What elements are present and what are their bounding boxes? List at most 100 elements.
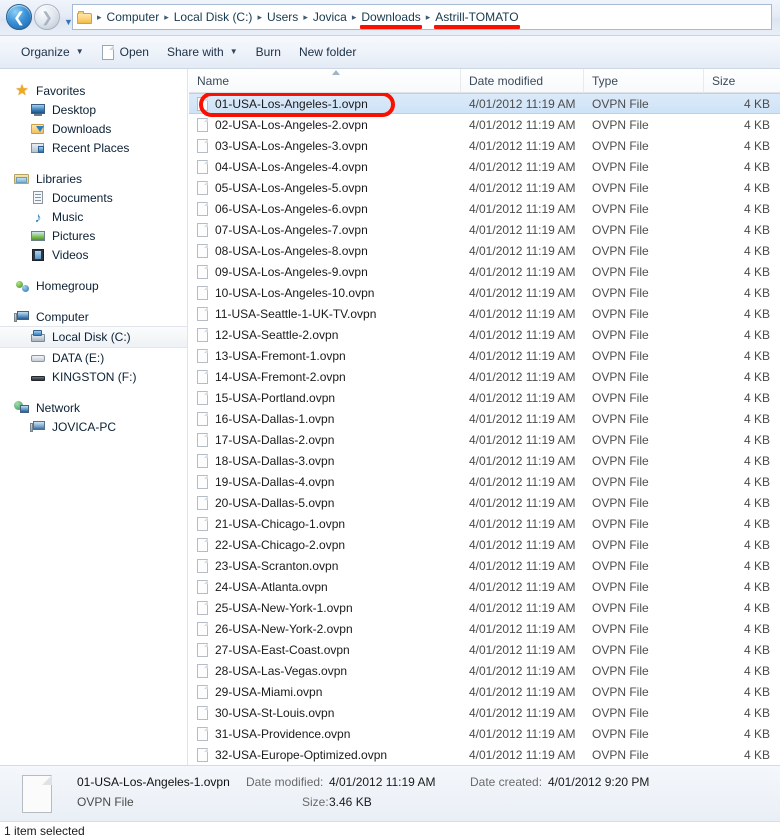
breadcrumb-item-astrill-tomato[interactable]: Astrill-TOMATO [432,5,521,29]
file-name-label: 30-USA-St-Louis.ovpn [215,705,335,720]
sidebar-item-documents[interactable]: Documents [0,188,187,207]
table-row[interactable]: 15-USA-Portland.ovpn 4/01/2012 11:19 AM OV… [189,387,780,408]
column-header-label: Type [592,73,619,88]
file-type-cell: OVPN File [592,579,649,594]
details-size-label: Size: [302,795,329,809]
file-icon [197,453,208,468]
sidebar-item-data-e[interactable]: DATA (E:) [0,348,187,367]
breadcrumb-item-downloads[interactable]: Downloads [358,5,423,29]
table-row[interactable]: 14-USA-Fremont-2.ovpn 4/01/2012 11:19 AM O… [189,366,780,387]
table-row[interactable]: 16-USA-Dallas-1.ovpn 4/01/2012 11:19 AM OV… [189,408,780,429]
navigation-sidebar[interactable]: ★ Favorites Desktop Downloads Recent Pla… [0,69,188,765]
table-row[interactable]: 05-USA-Los-Angeles-5.ovpn 4/01/2012 11:19… [189,177,780,198]
file-name-label: 24-USA-Atlanta.ovpn [215,579,328,594]
file-date-cell: 4/01/2012 11:19 AM [469,222,576,237]
sidebar-item-downloads[interactable]: Downloads [0,119,187,138]
table-row[interactable]: 23-USA-Scranton.ovpn 4/01/2012 11:19 AM OV… [189,555,780,576]
sidebar-item-recent-places[interactable]: Recent Places [0,138,187,157]
table-row[interactable]: 11-USA-Seattle-1-UK-TV.ovpn 4/01/2012 11:… [189,303,780,324]
organize-button[interactable]: Organize ▼ [12,40,93,64]
breadcrumb-path-box[interactable]: ▸ Computer ▸ Local Disk (C:) ▸ Users ▸ J… [72,4,772,30]
computer-icon [14,309,30,325]
sidebar-group-homegroup[interactable]: Homegroup [0,276,187,295]
file-name-label: 01-USA-Los-Angeles-1.ovpn [215,96,368,111]
status-bar-text: 1 item selected [4,824,85,838]
table-row[interactable]: 03-USA-Los-Angeles-3.ovpn 4/01/2012 11:19… [189,135,780,156]
table-row[interactable]: 02-USA-Los-Angeles-2.ovpn 4/01/2012 11:19… [189,114,780,135]
column-header-size[interactable]: Size [704,69,780,93]
table-row[interactable]: 01-USA-Los-Angeles-1.ovpn 4/01/2012 11:19… [189,93,780,114]
table-row[interactable]: 30-USA-St-Louis.ovpn 4/01/2012 11:19 AM OV… [189,702,780,723]
sidebar-item-local-disk-c[interactable]: Local Disk (C:) [0,326,187,348]
sidebar-item-label: Desktop [52,102,97,117]
breadcrumb-item-local-disk-c[interactable]: Local Disk (C:) [171,5,256,29]
sidebar-item-pictures[interactable]: Pictures [0,226,187,245]
table-row[interactable]: 09-USA-Los-Angeles-9.ovpn 4/01/2012 11:19… [189,261,780,282]
file-name-label: 07-USA-Los-Angeles-7.ovpn [215,222,368,237]
table-row[interactable]: 06-USA-Los-Angeles-6.ovpn 4/01/2012 11:19… [189,198,780,219]
share-with-button[interactable]: Share with ▼ [158,40,247,64]
sidebar-group-computer[interactable]: Computer [0,307,187,326]
table-row[interactable]: 12-USA-Seattle-2.ovpn 4/01/2012 11:19 AM O… [189,324,780,345]
sidebar-item-jovica-pc[interactable]: JOVICA-PC [0,417,187,436]
burn-button[interactable]: Burn [247,40,290,64]
table-row[interactable]: 22-USA-Chicago-2.ovpn 4/01/2012 11:19 AM O… [189,534,780,555]
file-type-cell: OVPN File [592,96,649,111]
forward-button[interactable]: ❯ [34,4,60,30]
back-button[interactable]: ❮ [6,4,32,30]
breadcrumb-item-computer[interactable]: Computer [104,5,163,29]
column-header-label: Date modified [469,73,544,88]
sidebar-group-favorites[interactable]: ★ Favorites [0,81,187,100]
sidebar-item-music[interactable]: ♪ Music [0,207,187,226]
column-header-date-modified[interactable]: Date modified [461,69,584,93]
sidebar-item-videos[interactable]: Videos [0,245,187,264]
file-name-cell: 25-USA-New-York-1.ovpn [189,600,461,615]
new-folder-button[interactable]: New folder [290,40,365,64]
table-row[interactable]: 10-USA-Los-Angeles-10.ovpn 4/01/2012 11:1… [189,282,780,303]
table-row[interactable]: 29-USA-Miami.ovpn 4/01/2012 11:19 AM OVPN … [189,681,780,702]
file-rows[interactable]: 01-USA-Los-Angeles-1.ovpn 4/01/2012 11:19… [189,93,780,764]
sidebar-group-libraries[interactable]: Libraries [0,169,187,188]
file-icon [197,600,208,615]
table-row[interactable]: 04-USA-Los-Angeles-4.ovpn 4/01/2012 11:19… [189,156,780,177]
breadcrumb-item-users[interactable]: Users [264,5,301,29]
table-row[interactable]: 31-USA-Providence.ovpn 4/01/2012 11:19 AM… [189,723,780,744]
table-row[interactable]: 21-USA-Chicago-1.ovpn 4/01/2012 11:19 AM O… [189,513,780,534]
column-header-label: Size [712,73,736,88]
table-row[interactable]: 32-USA-Europe-Optimized.ovpn 4/01/2012 11… [189,744,780,764]
column-header-name[interactable]: Name [189,69,461,93]
table-row[interactable]: 25-USA-New-York-1.ovpn 4/01/2012 11:19 AM… [189,597,780,618]
file-date-cell: 4/01/2012 11:19 AM [469,159,576,174]
table-row[interactable]: 13-USA-Fremont-1.ovpn 4/01/2012 11:19 AM O… [189,345,780,366]
sidebar-item-label: Local Disk (C:) [52,330,131,344]
breadcrumb-item-jovica[interactable]: Jovica [310,5,350,29]
file-icon [197,432,208,447]
table-row[interactable]: 07-USA-Los-Angeles-7.ovpn 4/01/2012 11:19… [189,219,780,240]
file-type-cell: OVPN File [592,621,649,636]
table-row[interactable]: 26-USA-New-York-2.ovpn 4/01/2012 11:19 AM… [189,618,780,639]
sidebar-item-desktop[interactable]: Desktop [0,100,187,119]
file-name-label: 05-USA-Los-Angeles-5.ovpn [215,180,368,195]
file-size-cell: 4 KB [743,243,770,258]
table-row[interactable]: 24-USA-Atlanta.ovpn 4/01/2012 11:19 AM OVP… [189,576,780,597]
page-icon [101,44,114,60]
table-row[interactable]: 18-USA-Dallas-3.ovpn 4/01/2012 11:19 AM OV… [189,450,780,471]
file-type-cell: OVPN File [592,747,649,762]
details-date-created-label: Date created: [470,775,543,789]
table-row[interactable]: 08-USA-Los-Angeles-8.ovpn 4/01/2012 11:19… [189,240,780,261]
file-type-cell: OVPN File [592,390,649,405]
table-row[interactable]: 28-USA-Las-Vegas.ovpn 4/01/2012 11:19 AM O… [189,660,780,681]
sidebar-group-network[interactable]: Network [0,398,187,417]
column-header-type[interactable]: Type [584,69,704,93]
table-row[interactable]: 27-USA-East-Coast.ovpn 4/01/2012 11:19 AM… [189,639,780,660]
table-row[interactable]: 20-USA-Dallas-5.ovpn 4/01/2012 11:19 AM OV… [189,492,780,513]
table-row[interactable]: 19-USA-Dallas-4.ovpn 4/01/2012 11:19 AM OV… [189,471,780,492]
sidebar-item-label: Documents [52,190,113,205]
file-type-cell: OVPN File [592,222,649,237]
details-file-type: OVPN File [77,795,134,809]
sidebar-item-kingston-f[interactable]: KINGSTON (F:) [0,367,187,386]
open-button[interactable]: Open [93,40,158,64]
table-row[interactable]: 17-USA-Dallas-2.ovpn 4/01/2012 11:19 AM OV… [189,429,780,450]
file-name-cell: 30-USA-St-Louis.ovpn [189,705,461,720]
